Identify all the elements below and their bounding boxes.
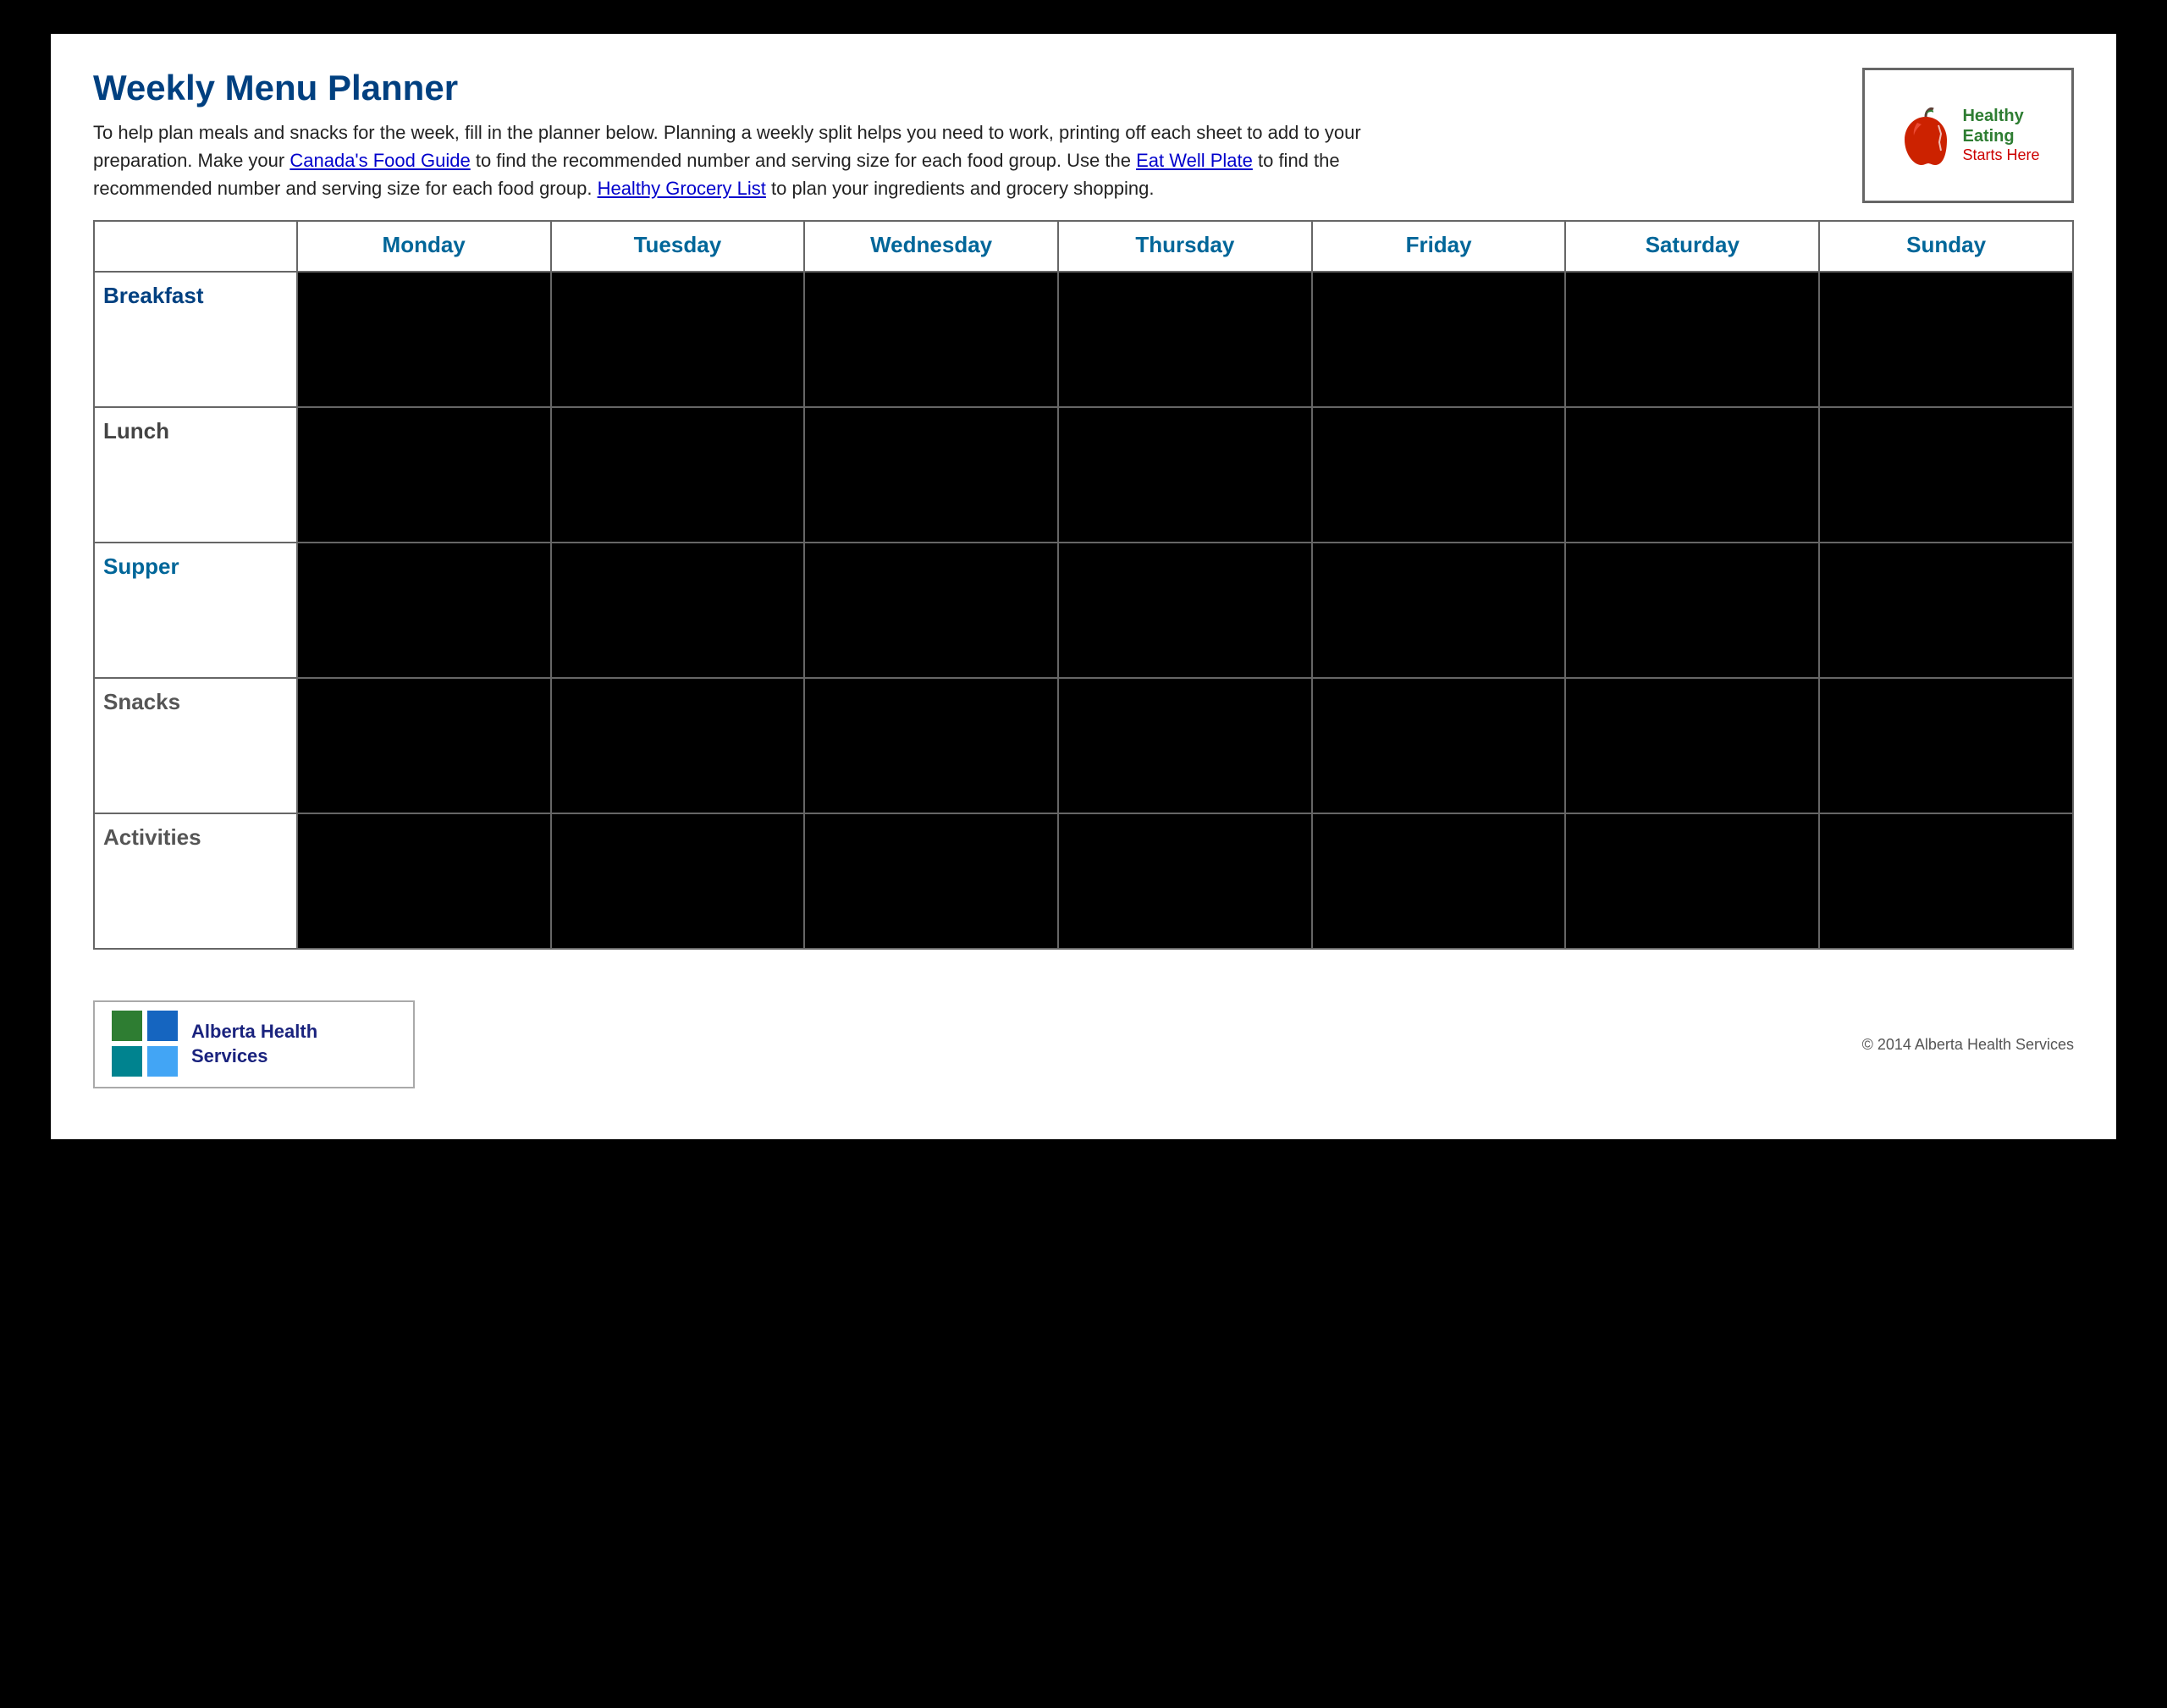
alberta-health-logo: Alberta Health Services [93,1000,415,1088]
lunch-label: Lunch [94,407,297,543]
snacks-row: Snacks [94,678,2073,813]
alberta-squares [112,1011,179,1078]
canada-food-guide-link[interactable]: Canada's Food Guide [289,150,470,171]
breakfast-label: Breakfast [94,272,297,407]
page-container: Weekly Menu Planner To help plan meals a… [51,34,2116,1139]
day-friday: Friday [1312,221,1566,272]
activities-friday[interactable] [1312,813,1566,949]
page-title: Weekly Menu Planner [93,68,1837,108]
activities-wednesday[interactable] [804,813,1058,949]
day-wednesday: Wednesday [804,221,1058,272]
lunch-monday[interactable] [297,407,551,543]
footer-copyright: © 2014 Alberta Health Services [1862,1036,2074,1054]
breakfast-wednesday[interactable] [804,272,1058,407]
day-monday: Monday [297,221,551,272]
breakfast-tuesday[interactable] [551,272,805,407]
activities-sunday[interactable] [1819,813,2073,949]
supper-friday[interactable] [1312,543,1566,678]
alberta-health-line1: Alberta Health [191,1021,317,1042]
logo-eating-text: Eating [1962,126,2039,146]
activities-thursday[interactable] [1058,813,1312,949]
breakfast-saturday[interactable] [1565,272,1819,407]
day-thursday: Thursday [1058,221,1312,272]
supper-wednesday[interactable] [804,543,1058,678]
sq-teal [112,1046,142,1077]
supper-sunday[interactable] [1819,543,2073,678]
desc-part2: to find the recommended number and servi… [476,150,1131,171]
breakfast-sunday[interactable] [1819,272,2073,407]
logo-text-block: Healthy Eating Starts Here [1962,106,2039,165]
activities-label: Activities [94,813,297,949]
snacks-thursday[interactable] [1058,678,1312,813]
alberta-text: Alberta Health Services [191,1020,317,1068]
lunch-sunday[interactable] [1819,407,2073,543]
logo-starts-text: Starts Here [1962,146,2039,165]
breakfast-monday[interactable] [297,272,551,407]
snacks-monday[interactable] [297,678,551,813]
supper-saturday[interactable] [1565,543,1819,678]
lunch-tuesday[interactable] [551,407,805,543]
lunch-wednesday[interactable] [804,407,1058,543]
snacks-saturday[interactable] [1565,678,1819,813]
supper-monday[interactable] [297,543,551,678]
lunch-row: Lunch [94,407,2073,543]
activities-saturday[interactable] [1565,813,1819,949]
breakfast-friday[interactable] [1312,272,1566,407]
snacks-tuesday[interactable] [551,678,805,813]
logo-inner: Healthy Eating Starts Here [1896,104,2039,168]
supper-thursday[interactable] [1058,543,1312,678]
snacks-sunday[interactable] [1819,678,2073,813]
sq-lt-blue [147,1046,178,1077]
description: To help plan meals and snacks for the we… [93,118,1447,202]
breakfast-thursday[interactable] [1058,272,1312,407]
supper-row: Supper [94,543,2073,678]
healthy-grocery-list-link[interactable]: Healthy Grocery List [598,178,766,199]
day-saturday: Saturday [1565,221,1819,272]
sq-green [112,1011,142,1041]
healthy-eating-logo: Healthy Eating Starts Here [1862,68,2074,203]
apple-icon [1896,104,1955,168]
snacks-label: Snacks [94,678,297,813]
eat-well-plate-link[interactable]: Eat Well Plate [1136,150,1253,171]
footer-area: Alberta Health Services © 2014 Alberta H… [93,983,2074,1088]
activities-tuesday[interactable] [551,813,805,949]
lunch-thursday[interactable] [1058,407,1312,543]
breakfast-row: Breakfast [94,272,2073,407]
menu-table: Monday Tuesday Wednesday Thursday Friday… [93,220,2074,950]
snacks-wednesday[interactable] [804,678,1058,813]
alberta-health-line2: Services [191,1045,268,1066]
table-corner [94,221,297,272]
lunch-saturday[interactable] [1565,407,1819,543]
desc-part4: to plan your ingredients and grocery sho… [771,178,1155,199]
day-tuesday: Tuesday [551,221,805,272]
logo-healthy-text: Healthy [1962,106,2039,126]
snacks-friday[interactable] [1312,678,1566,813]
activities-monday[interactable] [297,813,551,949]
lunch-friday[interactable] [1312,407,1566,543]
supper-tuesday[interactable] [551,543,805,678]
day-sunday: Sunday [1819,221,2073,272]
sq-blue [147,1011,178,1041]
activities-row: Activities [94,813,2073,949]
header-left: Weekly Menu Planner To help plan meals a… [93,68,1837,202]
header-area: Weekly Menu Planner To help plan meals a… [93,68,2074,203]
supper-label: Supper [94,543,297,678]
